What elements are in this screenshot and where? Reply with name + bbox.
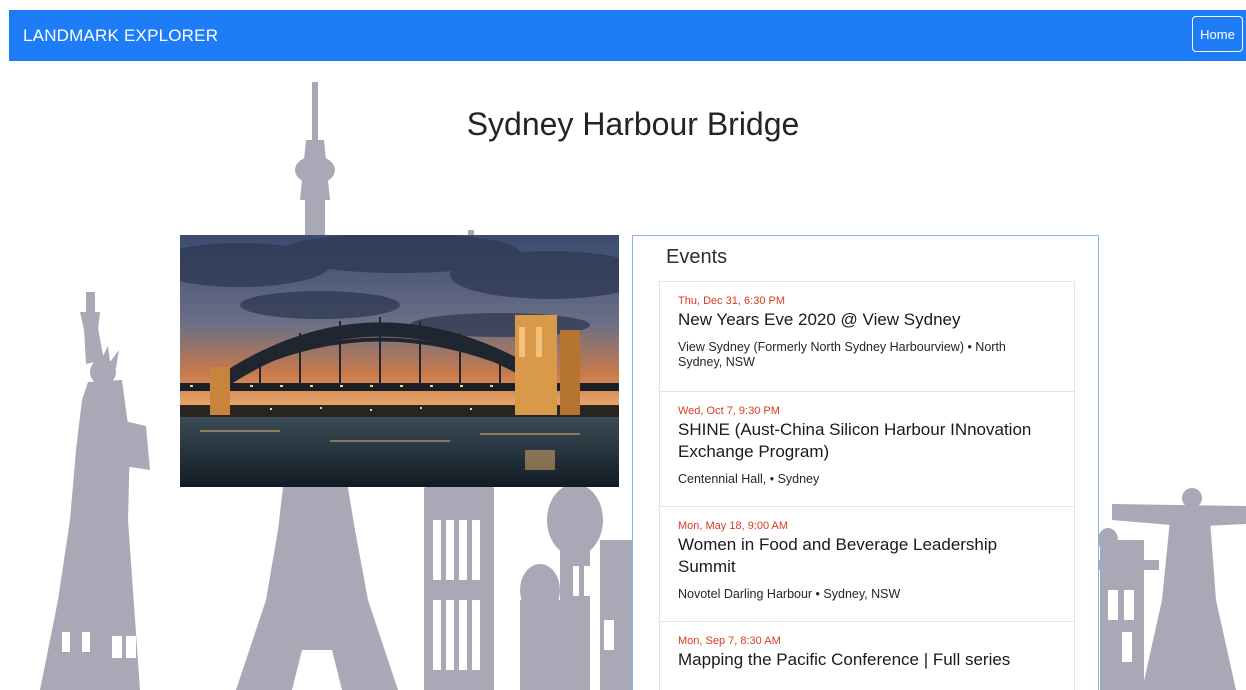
event-title[interactable]: Women in Food and Beverage Leadership Su… — [678, 534, 1056, 578]
events-list: Thu, Dec 31, 6:30 PM New Years Eve 2020 … — [659, 281, 1075, 690]
page-title: Sydney Harbour Bridge — [466, 106, 800, 142]
event-venue: View Sydney (Formerly North Sydney Harbo… — [678, 340, 1006, 369]
brand-logo[interactable]: LANDMARK EXPLORER — [23, 26, 218, 46]
event-date: Thu, Dec 31, 6:30 PM — [678, 295, 785, 307]
event-card[interactable]: Mon, Sep 7, 8:30 AM Mapping the Pacific … — [660, 622, 1074, 690]
event-title[interactable]: SHINE (Aust-China Silicon Harbour INnova… — [678, 419, 1056, 463]
events-panel[interactable]: Events Thu, Dec 31, 6:30 PM New Years Ev… — [632, 235, 1099, 690]
event-venue: Novotel Darling Harbour • Sydney, NSW — [678, 587, 901, 601]
page: LANDMARK EXPLORER Home Sydney Harbour Br… — [0, 0, 1246, 690]
home-button[interactable]: Home — [1192, 16, 1243, 52]
event-card[interactable]: Thu, Dec 31, 6:30 PM New Years Eve 2020 … — [660, 282, 1074, 392]
events-heading: Events — [666, 246, 728, 268]
landmark-photo — [180, 235, 619, 487]
event-date: Wed, Oct 7, 9:30 PM — [678, 405, 780, 417]
event-date: Mon, Sep 7, 8:30 AM — [678, 635, 781, 647]
event-card[interactable]: Wed, Oct 7, 9:30 PM SHINE (Aust-China Si… — [660, 392, 1074, 507]
event-title[interactable]: New Years Eve 2020 @ View Sydney — [678, 309, 1056, 331]
event-venue: Centennial Hall, • Sydney — [678, 472, 820, 486]
event-date: Mon, May 18, 9:00 AM — [678, 520, 789, 532]
event-title[interactable]: Mapping the Pacific Conference | Full se… — [678, 649, 1056, 671]
event-card[interactable]: Mon, May 18, 9:00 AM Women in Food and B… — [660, 507, 1074, 622]
navbar: LANDMARK EXPLORER Home — [9, 10, 1246, 61]
statue-of-liberty-silhouette — [40, 292, 150, 690]
